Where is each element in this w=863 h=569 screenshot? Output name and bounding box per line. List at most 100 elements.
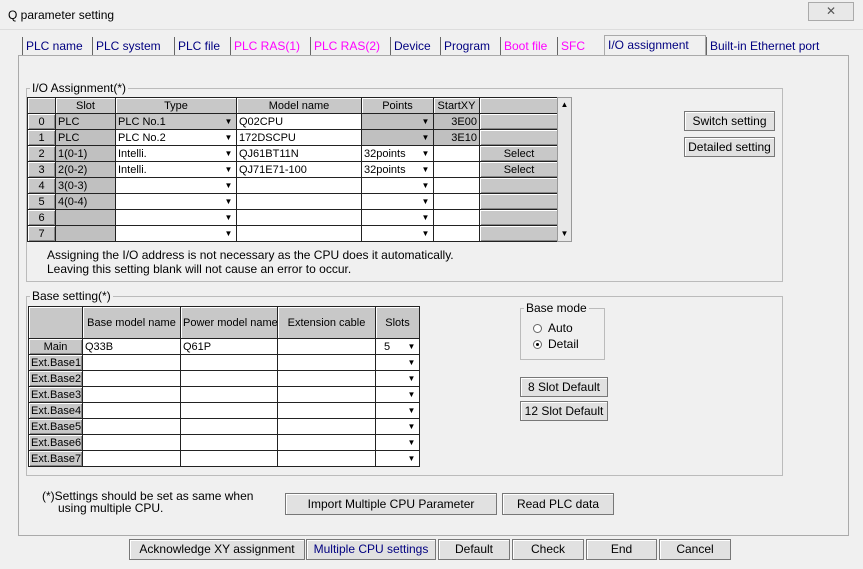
select-button[interactable]: [479, 225, 559, 242]
dropdown-arrow-icon[interactable]: ▼: [222, 115, 235, 128]
tab-plc-ras-1[interactable]: PLC RAS(1): [230, 37, 310, 55]
detailed-setting-button[interactable]: Detailed setting: [684, 137, 775, 157]
base-model-input[interactable]: [82, 370, 181, 387]
slots-select[interactable]: ▼: [375, 402, 420, 419]
extension-cable-input[interactable]: [277, 418, 376, 435]
start-xy-input[interactable]: [433, 209, 480, 226]
extension-cable-input[interactable]: [277, 338, 376, 355]
power-model-input[interactable]: [180, 354, 278, 371]
tab-plc-ras-2[interactable]: PLC RAS(2): [310, 37, 390, 55]
model-name-input[interactable]: QJ61BT11N: [236, 145, 362, 162]
cancel-button[interactable]: Cancel: [659, 539, 731, 560]
base-model-input[interactable]: [82, 402, 181, 419]
row-number[interactable]: 5: [27, 193, 56, 210]
type-select[interactable]: ▼: [115, 209, 237, 226]
dropdown-arrow-icon[interactable]: ▼: [419, 147, 432, 160]
radio-auto[interactable]: Auto: [533, 321, 573, 335]
start-xy-input[interactable]: [433, 161, 480, 178]
io-table-scrollbar[interactable]: ▲ ▼: [557, 97, 572, 242]
dropdown-arrow-icon[interactable]: ▼: [405, 404, 418, 417]
dropdown-arrow-icon[interactable]: ▼: [405, 372, 418, 385]
dropdown-arrow-icon[interactable]: ▼: [405, 388, 418, 401]
base-name-button[interactable]: Ext.Base5: [28, 418, 83, 435]
type-select[interactable]: PLC No.1 ▼: [115, 113, 237, 130]
dropdown-arrow-icon[interactable]: ▼: [222, 211, 235, 224]
dropdown-arrow-icon[interactable]: ▼: [222, 147, 235, 160]
dropdown-arrow-icon[interactable]: ▼: [405, 420, 418, 433]
import-multiple-cpu-button[interactable]: Import Multiple CPU Parameter: [285, 493, 497, 515]
extension-cable-input[interactable]: [277, 386, 376, 403]
tab-plc-file[interactable]: PLC file: [174, 37, 230, 55]
dropdown-arrow-icon[interactable]: ▼: [405, 452, 418, 465]
base-model-input[interactable]: [82, 450, 181, 467]
start-xy-input[interactable]: [433, 177, 480, 194]
start-xy-input[interactable]: [433, 193, 480, 210]
switch-setting-button[interactable]: Switch setting: [684, 111, 775, 131]
points-select[interactable]: ▼: [361, 129, 434, 146]
tab-device[interactable]: Device: [390, 37, 440, 55]
slots-select[interactable]: ▼: [375, 370, 420, 387]
start-xy-input[interactable]: 3E00: [433, 113, 480, 130]
radio-detail[interactable]: Detail: [533, 337, 579, 351]
power-model-input[interactable]: [180, 402, 278, 419]
tab-program[interactable]: Program: [440, 37, 500, 55]
select-button[interactable]: [479, 129, 559, 146]
8-slot-default-button[interactable]: 8 Slot Default: [520, 377, 608, 397]
power-model-input[interactable]: [180, 386, 278, 403]
end-button[interactable]: End: [586, 539, 657, 560]
points-select[interactable]: ▼: [361, 177, 434, 194]
power-model-input[interactable]: Q61P: [180, 338, 278, 355]
tab-plc-name[interactable]: PLC name: [22, 37, 92, 55]
slots-select[interactable]: ▼: [375, 354, 420, 371]
points-select[interactable]: ▼: [361, 209, 434, 226]
dropdown-arrow-icon[interactable]: ▼: [405, 356, 418, 369]
base-name-button[interactable]: Ext.Base6: [28, 434, 83, 451]
type-select[interactable]: ▼: [115, 177, 237, 194]
model-name-input[interactable]: QJ71E71-100: [236, 161, 362, 178]
extension-cable-input[interactable]: [277, 402, 376, 419]
acknowledge-xy-button[interactable]: Acknowledge XY assignment: [129, 539, 305, 560]
base-model-input[interactable]: [82, 418, 181, 435]
model-name-input[interactable]: 172DSCPU: [236, 129, 362, 146]
dropdown-arrow-icon[interactable]: ▼: [405, 436, 418, 449]
start-xy-input[interactable]: [433, 145, 480, 162]
points-select[interactable]: ▼: [361, 113, 434, 130]
base-name-button[interactable]: Ext.Base3: [28, 386, 83, 403]
dropdown-arrow-icon[interactable]: ▼: [222, 179, 235, 192]
row-number[interactable]: 1: [27, 129, 56, 146]
slots-select[interactable]: ▼: [375, 386, 420, 403]
model-name-input[interactable]: Q02CPU: [236, 113, 362, 130]
dropdown-arrow-icon[interactable]: ▼: [419, 131, 432, 144]
row-number[interactable]: 0: [27, 113, 56, 130]
select-button[interactable]: Select: [479, 161, 559, 178]
dropdown-arrow-icon[interactable]: ▼: [419, 195, 432, 208]
extension-cable-input[interactable]: [277, 450, 376, 467]
points-select[interactable]: 32points ▼: [361, 161, 434, 178]
dropdown-arrow-icon[interactable]: ▼: [222, 227, 235, 240]
points-select[interactable]: ▼: [361, 193, 434, 210]
tab-i-o-assignment[interactable]: I/O assignment: [604, 35, 706, 56]
slots-select[interactable]: 5 ▼: [375, 338, 420, 355]
base-model-input[interactable]: [82, 386, 181, 403]
dropdown-arrow-icon[interactable]: ▼: [419, 115, 432, 128]
base-model-input[interactable]: [82, 354, 181, 371]
dropdown-arrow-icon[interactable]: ▼: [222, 131, 235, 144]
scroll-up-icon[interactable]: ▲: [558, 98, 571, 112]
dropdown-arrow-icon[interactable]: ▼: [419, 227, 432, 240]
base-model-input[interactable]: Q33B: [82, 338, 181, 355]
check-button[interactable]: Check: [512, 539, 584, 560]
row-number[interactable]: 4: [27, 177, 56, 194]
dropdown-arrow-icon[interactable]: ▼: [222, 195, 235, 208]
read-plc-data-button[interactable]: Read PLC data: [502, 493, 614, 515]
model-name-input[interactable]: [236, 209, 362, 226]
base-name-button[interactable]: Ext.Base4: [28, 402, 83, 419]
start-xy-input[interactable]: 3E10: [433, 129, 480, 146]
tab-plc-system[interactable]: PLC system: [92, 37, 174, 55]
slots-select[interactable]: ▼: [375, 450, 420, 467]
select-button[interactable]: Select: [479, 145, 559, 162]
extension-cable-input[interactable]: [277, 434, 376, 451]
extension-cable-input[interactable]: [277, 354, 376, 371]
multiple-cpu-settings-button[interactable]: Multiple CPU settings: [306, 539, 436, 560]
model-name-input[interactable]: [236, 225, 362, 242]
tab-built-in-ethernet-port[interactable]: Built-in Ethernet port: [706, 37, 832, 55]
